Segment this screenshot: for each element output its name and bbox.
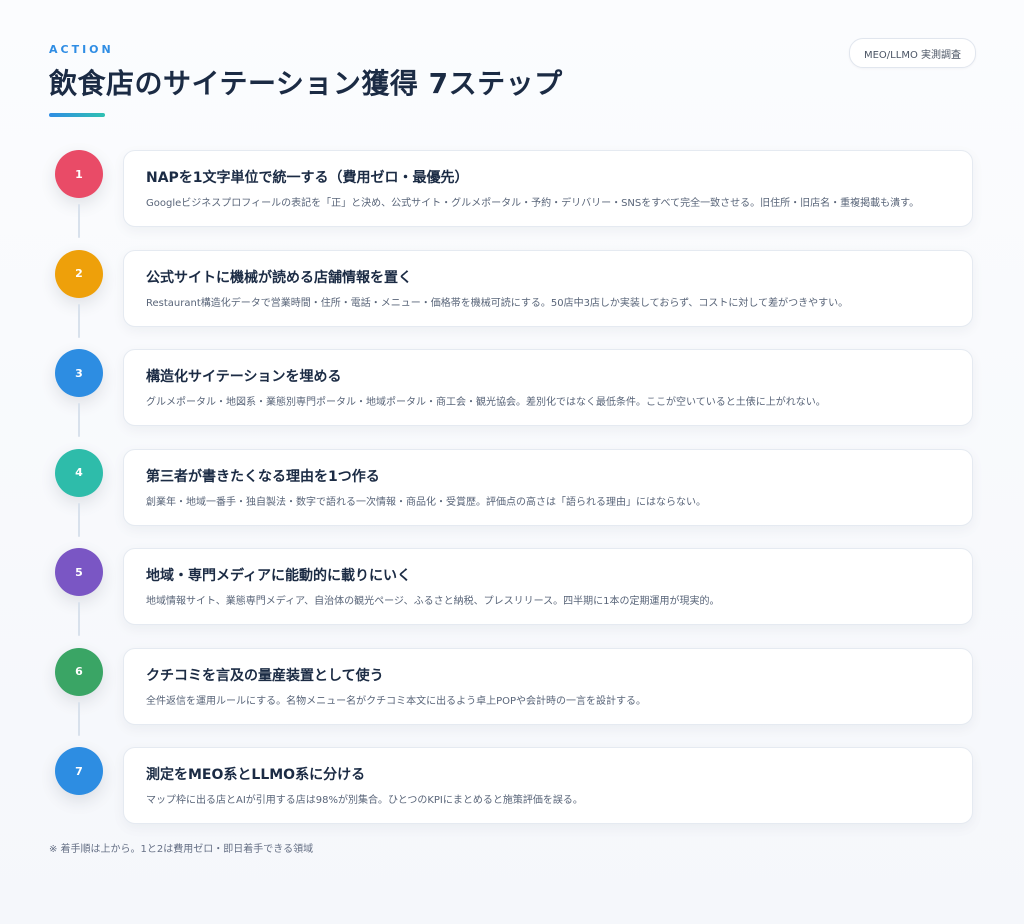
step-item: 7 測定をMEO系とLLMO系に分ける マップ枠に出る店とAIが引用する店は98… [0, 747, 1024, 847]
timeline-connector [78, 602, 80, 636]
timeline-connector [78, 204, 80, 238]
step-description: Googleビジネスプロフィールの表記を「正」と決め、公式サイト・グルメポータル… [146, 198, 920, 209]
step-number-badge: 6 [55, 647, 103, 696]
step-title: 測定をMEO系とLLMO系に分ける [146, 767, 366, 783]
step-title: クチコミを言及の量産装置として使う [146, 667, 384, 684]
report-badge: MEO/LLMO 実測調査 [848, 38, 976, 68]
step-description: Restaurant構造化データで営業時間・住所・電話・メニュー・価格帯を機械可… [146, 297, 849, 309]
step-number-badge: 3 [55, 349, 103, 397]
step-title: 第三者が書きたくなる理由を1つ作る [146, 468, 380, 485]
step-title: 構造化サイテーションを埋める [146, 369, 342, 385]
step-card: 測定をMEO系とLLMO系に分ける マップ枠に出る店とAIが引用する店は98%が… [123, 747, 973, 824]
steps-list: 1 NAPを1文字単位で統一する（費用ゼロ・最優先） Googleビジネスプロフ… [0, 150, 1024, 847]
step-description: 全件返信を運用ルールにする。名物メニュー名がクチコミ本文に出るよう卓上POPや会… [146, 695, 647, 707]
step-item: 3 構造化サイテーションを埋める グルメポータル・地図系・業態別専門ポータル・地… [0, 349, 1024, 449]
report-badge-label: MEO/LLMO 実測調査 [863, 49, 961, 61]
timeline-connector [78, 701, 80, 736]
step-number-badge: 1 [55, 150, 103, 198]
step-number-badge: 5 [55, 548, 103, 596]
step-description: 創業年・地域一番手・独自製法・数字で語れる一次情報・商品化・受賞歴。評価点の高さ… [146, 496, 706, 508]
step-item: 4 第三者が書きたくなる理由を1つ作る 創業年・地域一番手・独自製法・数字で語れ… [0, 448, 1024, 549]
step-card: クチコミを言及の量産装置として使う 全件返信を運用ルールにする。名物メニュー名が… [123, 647, 973, 725]
step-description: マップ枠に出る店とAIが引用する店は98%が別集合。ひとつのKPIにまとめると施… [146, 795, 583, 806]
step-description: グルメポータル・地図系・業態別専門ポータル・地域ポータル・商工会・観光協会。差別… [146, 397, 826, 408]
title-underline [49, 113, 105, 117]
step-description: 地域情報サイト、業態専門メディア、自治体の観光ページ、ふるさと納税、プレスリリー… [146, 596, 720, 607]
page-title: 飲食店のサイテーション獲得 7ステップ [49, 67, 563, 100]
step-card: 第三者が書きたくなる理由を1つ作る 創業年・地域一番手・独自製法・数字で語れる一… [123, 448, 973, 526]
step-card: 構造化サイテーションを埋める グルメポータル・地図系・業態別専門ポータル・地域ポ… [123, 349, 973, 426]
step-card: 地域・専門メディアに能動的に載りにいく 地域情報サイト、業態専門メディア、自治体… [123, 548, 973, 625]
step-title: 地域・専門メディアに能動的に載りにいく [146, 568, 412, 584]
step-number-badge: 7 [55, 747, 103, 795]
eyebrow-label: ACTION [49, 43, 114, 56]
timeline-connector [78, 502, 80, 537]
step-number-badge: 4 [55, 448, 103, 497]
step-item: 5 地域・専門メディアに能動的に載りにいく 地域情報サイト、業態専門メディア、自… [0, 548, 1024, 648]
step-title: 公式サイトに機械が読める店舗情報を置く [146, 269, 412, 286]
timeline-connector [78, 303, 80, 338]
step-item: 2 公式サイトに機械が読める店舗情報を置く Restaurant構造化データで営… [0, 249, 1024, 350]
footnote: ※ 着手順は上から。1と2は費用ゼロ・即日着手できる領域 [49, 844, 314, 855]
step-card: NAPを1文字単位で統一する（費用ゼロ・最優先） Googleビジネスプロフィー… [123, 150, 973, 227]
step-card: 公式サイトに機械が読める店舗情報を置く Restaurant構造化データで営業時… [123, 249, 973, 327]
step-title: NAPを1文字単位で統一する（費用ゼロ・最優先） [146, 170, 469, 186]
step-number-badge: 2 [55, 249, 103, 298]
timeline-connector [78, 403, 80, 437]
page: ACTION 飲食店のサイテーション獲得 7ステップ MEO/LLMO 実測調査… [0, 0, 1024, 924]
step-item: 1 NAPを1文字単位で統一する（費用ゼロ・最優先） Googleビジネスプロフ… [0, 150, 1024, 250]
step-item: 6 クチコミを言及の量産装置として使う 全件返信を運用ルールにする。名物メニュー… [0, 647, 1024, 748]
